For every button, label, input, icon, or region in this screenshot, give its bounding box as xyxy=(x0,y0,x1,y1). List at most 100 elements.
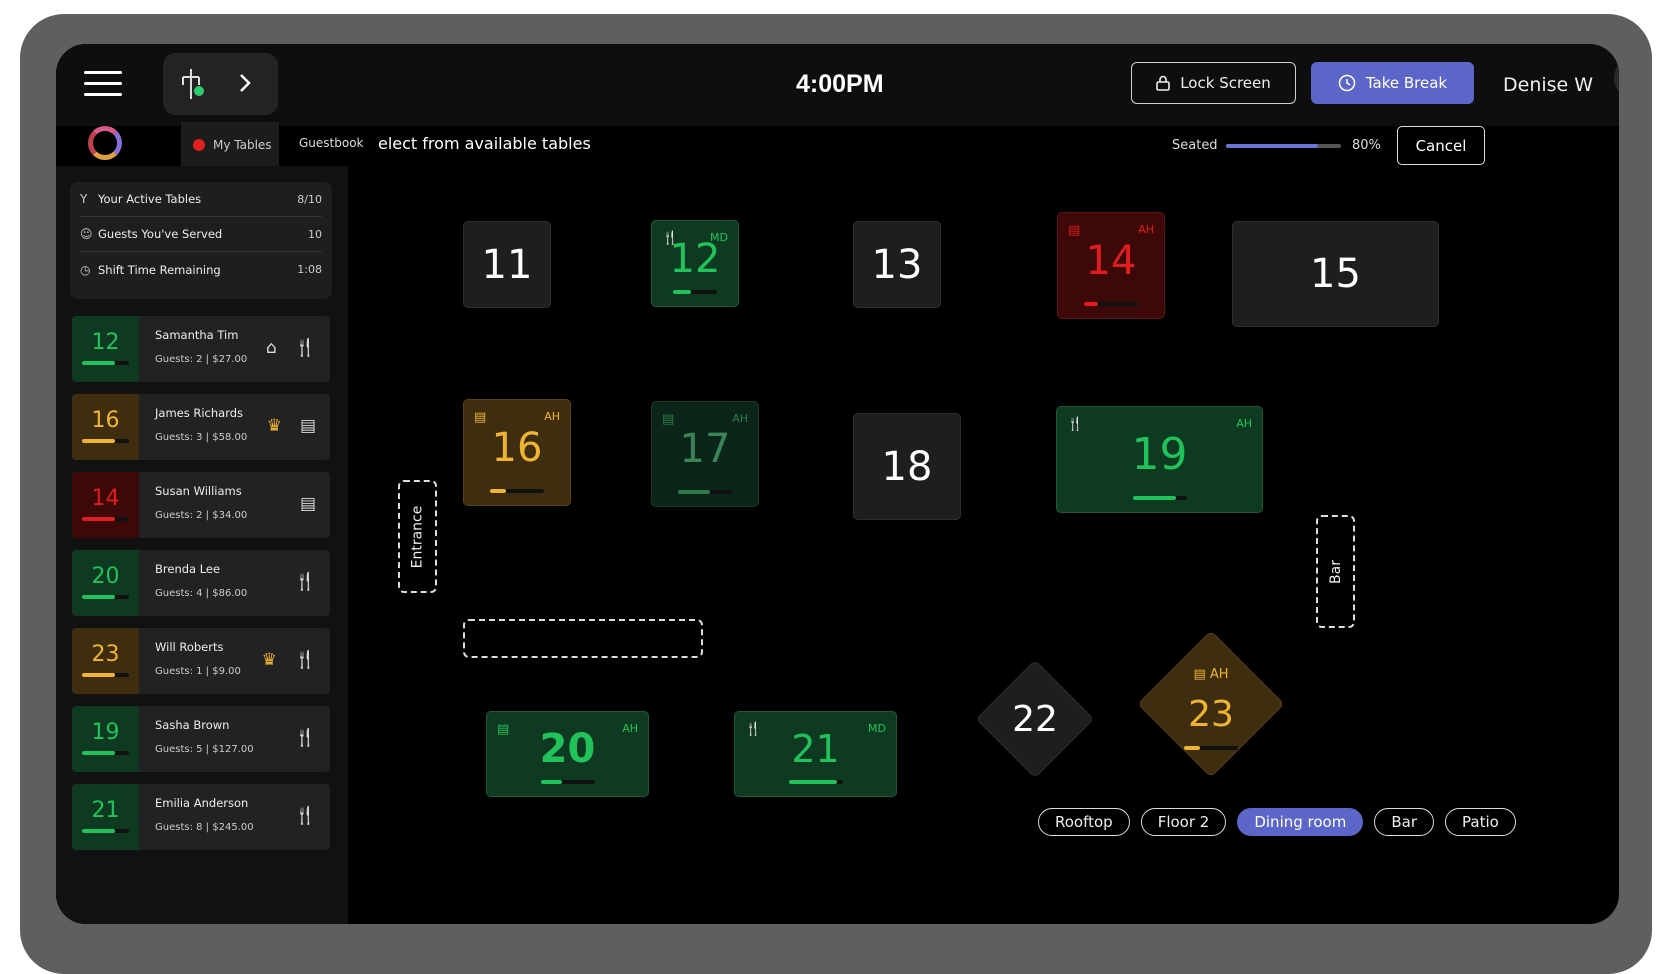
table-20[interactable]: 20 ▤ AH xyxy=(486,711,649,797)
floor-tabs: Rooftop Floor 2 Dining room Bar Patio xyxy=(1038,808,1516,836)
stat-label: Shift Time Remaining xyxy=(98,262,221,277)
lock-screen-button[interactable]: Lock Screen xyxy=(1131,62,1296,104)
receipt-icon: ▤ xyxy=(299,494,316,514)
table-tag: AH xyxy=(732,412,748,425)
card-table-number: 16 xyxy=(91,408,120,433)
card-progress xyxy=(82,361,129,365)
take-break-button[interactable]: Take Break xyxy=(1311,62,1474,104)
active-table-card[interactable]: 20 Brenda Lee Guests: 4 | $86.00 🍴 xyxy=(72,550,330,616)
menu-icon[interactable] xyxy=(84,71,122,97)
card-guests: Guests: 8 xyxy=(155,822,203,833)
stats-panel: Y Your Active Tables 8/10 ☺ Guests You'v… xyxy=(70,182,332,299)
stat-guests-served: ☺ Guests You've Served 10 xyxy=(80,217,322,252)
tab-guestbook[interactable]: Guestbook xyxy=(299,136,364,150)
floor-tab-rooftop[interactable]: Rooftop xyxy=(1038,808,1130,836)
card-progress xyxy=(82,517,129,521)
seated-progress-fill xyxy=(1226,144,1318,148)
card-progress-fill xyxy=(82,361,115,365)
stat-label: Guests You've Served xyxy=(98,227,223,241)
card-guests: Guests: 4 xyxy=(155,588,203,599)
card-guest-name: Susan Williams xyxy=(155,484,242,498)
bar-zone: Bar xyxy=(1316,515,1355,628)
table-label: 13 xyxy=(871,241,923,288)
table-18[interactable]: 18 xyxy=(853,413,961,520)
table-progress xyxy=(540,780,595,784)
lock-icon xyxy=(1156,75,1171,91)
table-progress xyxy=(1132,496,1187,500)
card-guest-name: James Richards xyxy=(155,406,244,420)
active-table-card[interactable]: 21 Emilia Anderson Guests: 8 | $245.00 🍴 xyxy=(72,784,330,850)
instruction-text: elect from available tables xyxy=(378,134,591,153)
table-label: 16 xyxy=(491,424,543,471)
card-meta: Guests: 5 | $127.00 xyxy=(155,744,254,755)
card-amount: $9.00 xyxy=(212,666,241,677)
table-tag: MD xyxy=(710,231,728,244)
cancel-button[interactable]: Cancel xyxy=(1397,126,1485,165)
table-16[interactable]: 16 ▤ AH xyxy=(463,399,571,506)
stat-label: Your Active Tables xyxy=(98,192,202,206)
table-label: 18 xyxy=(881,443,933,490)
card-table-number: 21 xyxy=(91,798,120,823)
table-progress-fill xyxy=(490,489,507,493)
table-21[interactable]: 21 🍴 MD xyxy=(734,711,897,797)
floor-tab-dining-room[interactable]: Dining room xyxy=(1237,808,1364,836)
navigation-pill[interactable] xyxy=(163,53,278,115)
table-progress-fill xyxy=(673,290,691,294)
card-icons: 🍴 xyxy=(295,572,316,592)
table-label: 15 xyxy=(1310,251,1361,297)
table-11[interactable]: 11 xyxy=(463,221,551,308)
card-amount: $86.00 xyxy=(212,588,248,599)
avatar[interactable] xyxy=(1614,57,1619,99)
table-14[interactable]: 14 ▤ AH xyxy=(1057,212,1165,319)
table-tag: AH xyxy=(622,722,638,735)
stat-active-tables: Y Your Active Tables 8/10 xyxy=(80,182,322,217)
lock-screen-label: Lock Screen xyxy=(1180,74,1271,92)
table-label: 19 xyxy=(1131,429,1188,480)
stat-value: 10 xyxy=(308,227,322,241)
tab-my-tables[interactable]: My Tables xyxy=(181,122,279,168)
table-progress-fill xyxy=(678,490,711,494)
table-label: 20 xyxy=(539,726,596,772)
table-12[interactable]: 12 🍴 MD xyxy=(651,220,739,307)
active-table-card[interactable]: 19 Sasha Brown Guests: 5 | $127.00 🍴 xyxy=(72,706,330,772)
active-table-card[interactable]: 16 James Richards Guests: 3 | $58.00 ♛ ▤ xyxy=(72,394,330,460)
card-progress xyxy=(82,439,129,443)
floor-tab-floor-2[interactable]: Floor 2 xyxy=(1140,808,1227,836)
card-icons: ▤ xyxy=(300,494,316,514)
card-meta: Guests: 1 | $9.00 xyxy=(155,666,241,677)
card-table-number: 14 xyxy=(91,486,120,511)
utensils-icon: 🍴 xyxy=(662,231,679,246)
table-15[interactable]: 15 xyxy=(1232,221,1439,327)
seated-progress-bar xyxy=(1226,144,1341,148)
crown-icon: ♛ xyxy=(261,650,277,670)
card-guest-name: Will Roberts xyxy=(155,640,224,654)
card-progress-fill xyxy=(82,673,115,677)
floor-tab-bar[interactable]: Bar xyxy=(1374,808,1434,836)
table-23-label: 23 xyxy=(1188,694,1234,735)
active-table-card[interactable]: 12 Samantha Tim Guests: 2 | $27.00 ⌂ 🍴 xyxy=(72,316,330,382)
card-meta: Guests: 3 | $58.00 xyxy=(155,432,248,443)
table-23-progress xyxy=(1184,746,1238,750)
floor-tab-patio[interactable]: Patio xyxy=(1445,808,1516,836)
table-23-tag: AH xyxy=(1209,667,1229,682)
card-meta: Guests: 2 | $34.00 xyxy=(155,510,248,521)
table-label: 21 xyxy=(791,727,840,771)
card-meta: Guests: 2 | $27.00 xyxy=(155,354,248,365)
status-dot-icon xyxy=(193,139,205,151)
stat-value: 8/10 xyxy=(297,192,322,206)
table-tag: AH xyxy=(1236,417,1252,430)
utensils-icon: 🍴 xyxy=(1067,417,1084,432)
active-table-card[interactable]: 14 Susan Williams Guests: 2 | $34.00 ▤ xyxy=(72,472,330,538)
usb-network-icon xyxy=(182,69,251,99)
bar-label: Bar xyxy=(1327,559,1344,584)
table-17[interactable]: 17 ▤ AH xyxy=(651,401,759,507)
table-13[interactable]: 13 xyxy=(853,221,941,308)
table-label: 14 xyxy=(1085,237,1137,284)
clock-time: 4:00PM xyxy=(796,70,884,98)
table-19[interactable]: 19 🍴 AH xyxy=(1056,406,1263,513)
active-table-card[interactable]: 23 Will Roberts Guests: 1 | $9.00 ♛ 🍴 xyxy=(72,628,330,694)
table-label: 17 xyxy=(679,426,731,472)
table-progress-fill xyxy=(788,780,838,784)
card-meta: Guests: 4 | $86.00 xyxy=(155,588,248,599)
card-icons: 🍴 xyxy=(295,728,316,748)
